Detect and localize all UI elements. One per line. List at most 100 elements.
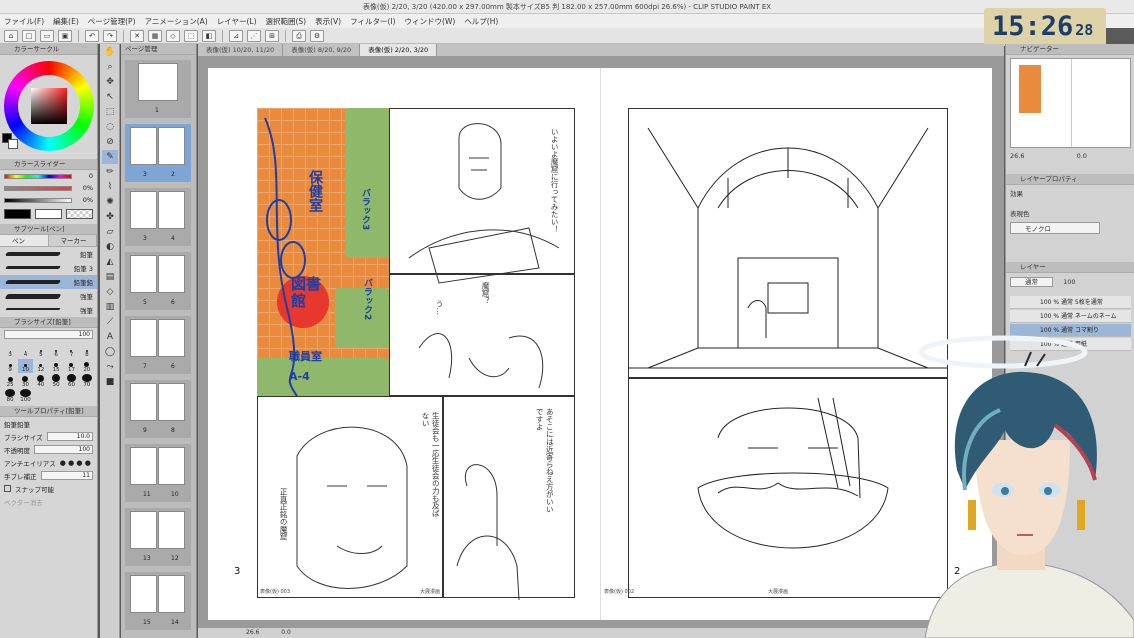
brush-size-field[interactable]: 100 — [4, 330, 93, 339]
transform-icon[interactable]: ◇ — [166, 29, 180, 42]
document-tab-active[interactable]: 表像(仮) 2/20, 3/20 — [360, 44, 438, 56]
eyedropper-icon[interactable]: ⊘ — [102, 135, 118, 149]
current-color-chip[interactable] — [4, 209, 31, 219]
navigator-header[interactable]: ナビゲーター — [1006, 44, 1134, 55]
menu-file[interactable]: ファイル(F) — [4, 16, 44, 27]
print-icon[interactable]: ⎙ — [292, 29, 306, 42]
navigator-preview[interactable] — [1010, 58, 1131, 148]
blend-mode-select[interactable]: 通常 — [1010, 277, 1053, 287]
navigator-angle[interactable]: 0.0 — [1077, 152, 1087, 160]
page-thumbnail[interactable]: 11 10 — [125, 444, 191, 502]
move-icon[interactable]: ✥ — [102, 75, 118, 89]
menu-edit[interactable]: 編集(E) — [53, 16, 79, 27]
clear-icon[interactable]: ✕ — [130, 29, 144, 42]
menu-page[interactable]: ページ管理(P) — [88, 16, 136, 27]
brush-item-selected[interactable]: 鉛筆鉛 — [0, 275, 97, 289]
layer-row[interactable]: 100 % 通常 5枚を通常 — [1010, 296, 1131, 309]
fill-bucket-icon[interactable]: ◭ — [102, 255, 118, 269]
page-thumbnail-selected[interactable]: 32 — [125, 124, 191, 182]
page-manager-header[interactable]: ページ管理 — [121, 44, 196, 55]
sub-color-swatch[interactable] — [8, 139, 18, 149]
document-tab[interactable]: 表像(仮) 8/20, 9/20 — [283, 44, 361, 56]
hand-icon[interactable]: ✋ — [102, 45, 118, 59]
page-thumbnail[interactable]: 15 14 — [125, 572, 191, 630]
page-thumbnail[interactable]: 13 12 — [125, 508, 191, 566]
menu-help[interactable]: ヘルプ(H) — [464, 16, 498, 27]
size-cell[interactable]: 30 — [18, 374, 32, 388]
opacity-input[interactable]: 100 — [34, 445, 93, 454]
tab-marker[interactable]: マーカー — [48, 235, 97, 246]
layer-row[interactable]: 100 % 通常 ネームのネーム — [1010, 310, 1131, 323]
size-cell[interactable]: 9 — [3, 359, 17, 373]
brush-item[interactable]: 強筆 — [0, 289, 97, 303]
size-cell[interactable]: 70 — [80, 374, 94, 388]
snap-checkbox[interactable] — [4, 485, 11, 492]
fill-icon[interactable]: ▦ — [148, 29, 162, 42]
clear-color-chip[interactable] — [66, 209, 93, 219]
selection-icon[interactable]: ⬚ — [102, 105, 118, 119]
size-cell[interactable]: 8 — [80, 344, 94, 358]
page-thumbnail[interactable]: 34 — [125, 188, 191, 246]
operation-icon[interactable]: ↖ — [102, 90, 118, 104]
color-slider-header[interactable]: カラースライダー — [0, 159, 97, 170]
new-file-icon[interactable]: □ — [22, 29, 36, 42]
brush-size-input[interactable]: 10.0 — [46, 432, 93, 441]
color-saturation-square[interactable] — [31, 88, 67, 124]
size-cell[interactable]: 6 — [49, 344, 63, 358]
menu-selection[interactable]: 選択範囲(S) — [266, 16, 307, 27]
home-icon[interactable]: ⌂ — [4, 29, 18, 42]
size-cell[interactable]: 60 — [64, 374, 78, 388]
snap-ruler-icon[interactable]: ⊿ — [229, 29, 243, 42]
page-thumbnail[interactable]: 1 — [125, 60, 191, 118]
menu-layer[interactable]: レイヤー(L) — [217, 16, 257, 27]
size-cell-selected[interactable]: 10 — [18, 359, 33, 373]
balloon-icon[interactable]: ◯ — [102, 345, 118, 359]
manga-spread[interactable]: 保健室 図書館 職員室 A-4 バラック3 バラック2 いよいよ魔窟に行ってみた… — [208, 68, 992, 620]
layer-header[interactable]: レイヤー — [1006, 262, 1134, 273]
snap-special-ruler-icon[interactable]: ⋰ — [247, 29, 261, 42]
layer-opacity[interactable]: 100 — [1063, 278, 1075, 286]
open-icon[interactable]: ▭ — [40, 29, 54, 42]
menu-animation[interactable]: アニメーション(A) — [145, 16, 208, 27]
airbrush-icon[interactable]: ✺ — [102, 195, 118, 209]
pencil-icon[interactable]: ✏ — [102, 165, 118, 179]
brush-item[interactable]: 鉛筆 — [0, 247, 97, 261]
page-thumbnail[interactable]: 98 — [125, 380, 191, 438]
frame-icon[interactable]: ▥ — [102, 300, 118, 314]
color-wheel[interactable] — [4, 61, 94, 151]
navigator-zoom[interactable]: 26.6 — [1010, 152, 1024, 160]
brightness-slider[interactable] — [4, 197, 72, 203]
page-thumbnail[interactable]: 56 — [125, 252, 191, 310]
document-tab[interactable]: 表像(仮) 10/20, 11/20 — [198, 44, 284, 56]
angle-value[interactable]: 0.0 — [281, 629, 291, 636]
tool-property-header[interactable]: ツールプロパティ[鉛筆] — [0, 406, 97, 417]
blend-icon[interactable]: ◐ — [102, 240, 118, 254]
figure-icon[interactable]: ◇ — [102, 285, 118, 299]
size-cell[interactable]: 50 — [49, 374, 63, 388]
correct-line-icon[interactable]: ⤳ — [102, 360, 118, 374]
color-circle-header[interactable]: カラーサークル — [0, 44, 97, 55]
undo-icon[interactable]: ↶ — [85, 29, 99, 42]
canvas-area[interactable]: 保健室 図書館 職員室 A-4 バラック3 バラック2 いよいよ魔窟に行ってみた… — [198, 56, 1004, 628]
decoration-icon[interactable]: ✤ — [102, 210, 118, 224]
size-cell[interactable]: 25 — [3, 374, 17, 388]
size-cell[interactable]: 12 — [34, 359, 48, 373]
menu-view[interactable]: 表示(V) — [315, 16, 341, 27]
save-icon[interactable]: ▣ — [58, 29, 72, 42]
size-cell[interactable]: 7 — [64, 344, 78, 358]
brush-icon[interactable]: ⌇ — [102, 180, 118, 194]
size-cell[interactable]: 15 — [49, 359, 63, 373]
menu-filter[interactable]: フィルター(I) — [350, 16, 395, 27]
size-cell[interactable]: 100 — [18, 389, 32, 403]
tab-pen[interactable]: ペン — [0, 235, 49, 246]
anti-alias-options[interactable]: ● ● ● ● — [60, 459, 91, 467]
redo-icon[interactable]: ↷ — [103, 29, 117, 42]
eraser-icon[interactable]: ▱ — [102, 225, 118, 239]
color-icon[interactable]: ■ — [102, 375, 118, 389]
size-cell[interactable]: 80 — [3, 389, 17, 403]
settings-icon[interactable]: ⚙ — [310, 29, 324, 42]
text-icon[interactable]: A — [102, 330, 118, 344]
brush-item[interactable]: 鉛筆 3 — [0, 261, 97, 275]
snap-grid-icon[interactable]: ⊞ — [265, 29, 279, 42]
gradient-icon[interactable]: ▤ — [102, 270, 118, 284]
